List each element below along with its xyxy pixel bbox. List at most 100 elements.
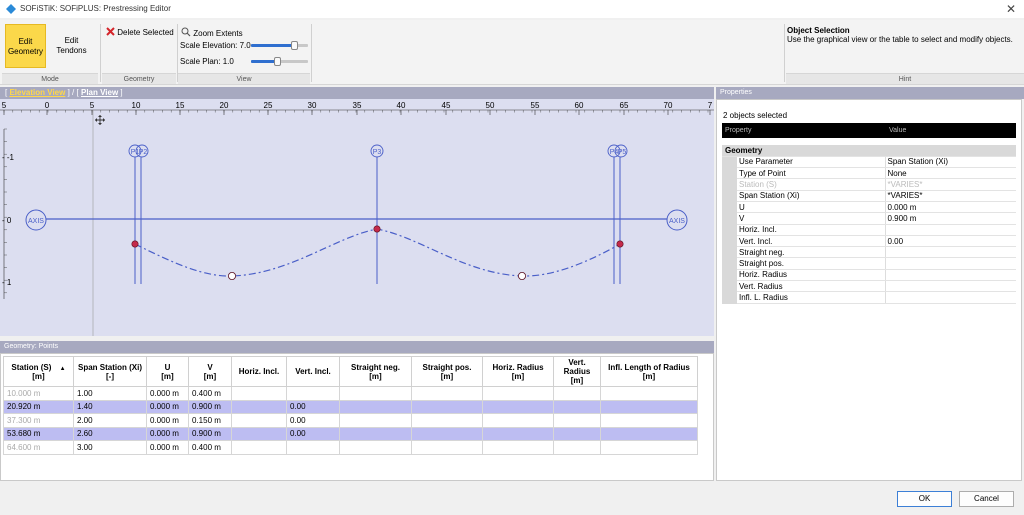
property-row[interactable]: Straight neg. bbox=[722, 246, 1016, 259]
col-vincl-header[interactable]: Vert. Incl. bbox=[286, 356, 340, 387]
cell-straight-neg[interactable] bbox=[339, 413, 412, 428]
cell-vert-radius[interactable] bbox=[553, 440, 601, 455]
axis-start-marker[interactable]: AXIS bbox=[25, 209, 47, 231]
cell-station[interactable]: 10.000 m bbox=[3, 386, 74, 401]
cell-horiz-incl[interactable] bbox=[231, 399, 287, 414]
property-value[interactable] bbox=[885, 280, 1016, 293]
property-value[interactable]: 0.900 m bbox=[885, 212, 1016, 225]
cell-u[interactable]: 0.000 m bbox=[146, 386, 189, 401]
property-value[interactable] bbox=[885, 269, 1016, 282]
axis-end-marker[interactable]: AXIS bbox=[666, 209, 688, 231]
cell-horiz-incl[interactable] bbox=[231, 413, 287, 428]
col-xi-header[interactable]: Span Station (Xi) [-] bbox=[73, 356, 147, 387]
elevation-view-svg[interactable]: 5 0 5 10 15 20 25 30 35 40 45 50 55 60 65 70 7 - -1 - 0 … bbox=[0, 99, 714, 336]
table-row[interactable]: 53.680 m 2.60 0.000 m 0.900 m 0.00 bbox=[3, 426, 698, 441]
scale-elevation-thumb[interactable] bbox=[291, 41, 298, 50]
property-row[interactable]: V 0.900 m bbox=[722, 212, 1016, 225]
cell-v[interactable]: 0.400 m bbox=[188, 440, 232, 455]
cell-span-station[interactable]: 2.60 bbox=[73, 426, 147, 441]
tendon-point-3[interactable] bbox=[373, 225, 381, 233]
col-hincl-header[interactable]: Horiz. Incl. bbox=[231, 356, 287, 387]
cell-span-station[interactable]: 3.00 bbox=[73, 440, 147, 455]
col-u-header[interactable]: U [m] bbox=[146, 356, 189, 387]
col-horiz-radius-header[interactable]: Horiz. Radius [m] bbox=[482, 356, 554, 387]
cell-straight-neg[interactable] bbox=[339, 440, 412, 455]
property-value[interactable]: 0.00 bbox=[885, 235, 1016, 248]
cell-horiz-incl[interactable] bbox=[231, 386, 287, 401]
tendon-point-5[interactable] bbox=[616, 240, 624, 248]
table-row[interactable]: 20.920 m 1.40 0.000 m 0.900 m 0.00 bbox=[3, 399, 698, 414]
cell-horiz-radius[interactable] bbox=[482, 426, 554, 441]
point-p3[interactable]: P3 bbox=[370, 144, 384, 158]
cell-vert-radius[interactable] bbox=[553, 386, 601, 401]
col-straight-pos-header[interactable]: Straight pos. [m] bbox=[411, 356, 483, 387]
cancel-button[interactable]: Cancel bbox=[959, 491, 1014, 507]
cell-vert-radius[interactable] bbox=[553, 413, 601, 428]
col-station-header[interactable]: Station (S) ▲ [m] bbox=[3, 356, 74, 387]
cell-station[interactable]: 20.920 m bbox=[3, 399, 74, 414]
point-p5[interactable]: P5 bbox=[614, 144, 628, 158]
cell-infl-length[interactable] bbox=[600, 413, 698, 428]
cell-vert-incl[interactable]: 0.00 bbox=[286, 426, 340, 441]
cell-vert-incl[interactable]: 0.00 bbox=[286, 399, 340, 414]
edit-geometry-button[interactable]: Edit Geometry bbox=[5, 24, 46, 68]
table-row[interactable]: 64.600 m 3.00 0.000 m 0.400 m bbox=[3, 440, 698, 455]
edit-tendons-button[interactable]: Edit Tendons bbox=[51, 24, 92, 68]
cell-straight-pos[interactable] bbox=[411, 413, 483, 428]
property-row[interactable]: Station (S) *VARIES* bbox=[722, 178, 1016, 191]
property-value[interactable] bbox=[885, 224, 1016, 236]
cell-horiz-incl[interactable] bbox=[231, 440, 287, 455]
cell-straight-neg[interactable] bbox=[339, 426, 412, 441]
property-value[interactable]: Span Station (Xi) bbox=[885, 156, 1016, 169]
cell-span-station[interactable]: 1.00 bbox=[73, 386, 147, 401]
scale-elevation-slider[interactable] bbox=[251, 44, 295, 47]
cell-infl-length[interactable] bbox=[600, 440, 698, 455]
property-row[interactable]: Span Station (Xi) *VARIES* bbox=[722, 190, 1016, 202]
property-value[interactable]: None bbox=[885, 167, 1016, 180]
cell-horiz-radius[interactable] bbox=[482, 386, 554, 401]
delete-selected-button[interactable]: Delete Selected bbox=[106, 27, 174, 37]
property-value[interactable]: *VARIES* bbox=[885, 190, 1016, 202]
cell-u[interactable]: 0.000 m bbox=[146, 440, 189, 455]
cell-v[interactable]: 0.900 m bbox=[188, 426, 232, 441]
property-row[interactable]: Straight pos. bbox=[722, 257, 1016, 270]
cell-vert-incl[interactable] bbox=[286, 386, 340, 401]
tendon-point-4[interactable] bbox=[518, 271, 527, 280]
cell-horiz-radius[interactable] bbox=[482, 440, 554, 455]
cell-infl-length[interactable] bbox=[600, 426, 698, 441]
tendon-point-1[interactable] bbox=[131, 240, 139, 248]
table-row[interactable]: 10.000 m 1.00 0.000 m 0.400 m bbox=[3, 386, 698, 401]
ok-button[interactable]: OK bbox=[897, 491, 952, 507]
property-row[interactable]: Use Parameter Span Station (Xi) bbox=[722, 156, 1016, 169]
col-straight-neg-header[interactable]: Straight neg. [m] bbox=[339, 356, 412, 387]
property-value[interactable] bbox=[885, 291, 1016, 304]
cell-span-station[interactable]: 1.40 bbox=[73, 399, 147, 414]
property-row[interactable]: Vert. Radius bbox=[722, 280, 1016, 293]
cell-vert-incl[interactable]: 0.00 bbox=[286, 413, 340, 428]
cell-span-station[interactable]: 2.00 bbox=[73, 413, 147, 428]
property-row[interactable]: Type of Point None bbox=[722, 167, 1016, 180]
col-infl-length-header[interactable]: Infl. Length of Radius [m] bbox=[600, 356, 698, 387]
property-value[interactable]: 0.000 m bbox=[885, 201, 1016, 214]
close-icon[interactable]: ✕ bbox=[1006, 2, 1016, 16]
col-vert-radius-header[interactable]: Vert. Radius [m] bbox=[553, 356, 601, 387]
cell-straight-neg[interactable] bbox=[339, 399, 412, 414]
property-value[interactable] bbox=[885, 246, 1016, 259]
property-row[interactable]: Infl. L. Radius bbox=[722, 291, 1016, 304]
elevation-view-canvas[interactable]: 5 0 5 10 15 20 25 30 35 40 45 50 55 60 65 70 7 - -1 - 0 … bbox=[0, 99, 714, 336]
cell-straight-pos[interactable] bbox=[411, 426, 483, 441]
cell-vert-incl[interactable] bbox=[286, 440, 340, 455]
tab-elevation-view[interactable]: Elevation View bbox=[9, 88, 65, 97]
cell-infl-length[interactable] bbox=[600, 386, 698, 401]
col-v-header[interactable]: V [m] bbox=[188, 356, 232, 387]
property-row[interactable]: U 0.000 m bbox=[722, 201, 1016, 214]
property-value[interactable]: *VARIES* bbox=[885, 178, 1016, 191]
cell-station[interactable]: 53.680 m bbox=[3, 426, 74, 441]
cell-v[interactable]: 0.400 m bbox=[188, 386, 232, 401]
cell-straight-neg[interactable] bbox=[339, 386, 412, 401]
cell-horiz-radius[interactable] bbox=[482, 399, 554, 414]
cell-vert-radius[interactable] bbox=[553, 426, 601, 441]
cell-u[interactable]: 0.000 m bbox=[146, 399, 189, 414]
property-value[interactable] bbox=[885, 257, 1016, 270]
cell-straight-pos[interactable] bbox=[411, 399, 483, 414]
